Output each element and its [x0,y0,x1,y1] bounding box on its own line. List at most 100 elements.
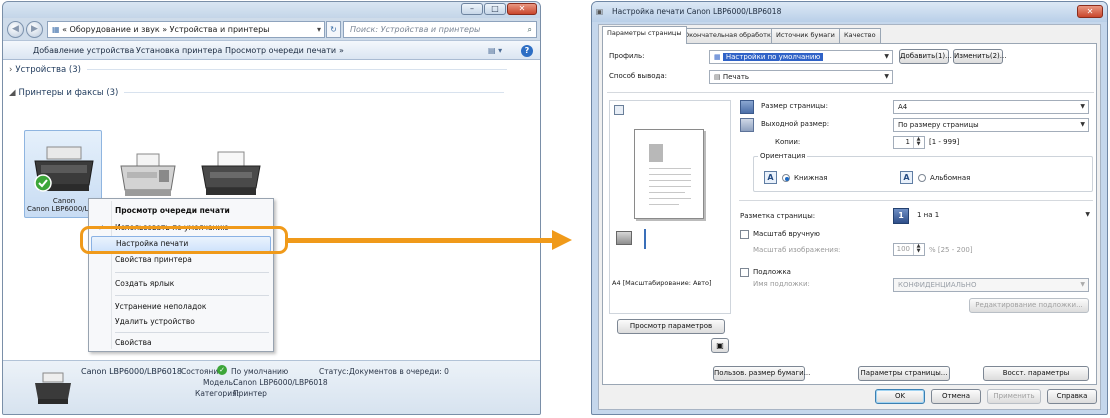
preview-caption: A4 [Масштабирование: Авто] [612,279,712,287]
output-size-select[interactable]: По размеру страницы ▼ [893,118,1089,132]
watermark-label: Подложка [753,268,791,276]
watermark-checkbox[interactable] [740,268,749,277]
tab-paper-source[interactable]: Источник бумаги [771,28,840,43]
default-check-icon [34,174,52,192]
menu-item-troubleshoot[interactable]: Устранение неполадок [91,299,271,315]
menu-item-remove-device[interactable]: Удалить устройство [91,314,271,330]
watermark-name-label: Имя подложки: [753,280,810,288]
page-setup-panel: Профиль: ▦ Настройки по умолчанию ▼ Доба… [602,43,1097,385]
profile-label: Профиль: [609,52,645,60]
menu-separator [115,332,269,333]
close-icon: ✕ [518,4,526,13]
landscape-label: Альбомная [930,174,971,182]
portrait-icon: A [764,171,777,184]
xps-printer-icon[interactable] [198,150,264,198]
highlight-frame [80,226,288,254]
status-label: Статус: [319,367,349,376]
menu-separator [115,272,269,273]
landscape-radio[interactable] [918,174,926,182]
minimize-button[interactable]: – [461,3,483,15]
maximize-icon: □ [491,4,499,13]
close-button[interactable]: ✕ [507,3,537,15]
add-printer-button[interactable]: Установка принтера [136,41,222,60]
menu-item-printer-properties[interactable]: Свойства принтера [91,252,271,268]
cancel-button[interactable]: Отмена [931,389,981,404]
refresh-icon: ↻ [330,25,337,34]
chevron-down-icon: ▼ [884,73,889,80]
view-settings-button[interactable]: Просмотр параметров [617,319,725,334]
orientation-label: Ориентация [758,152,808,160]
profile-select[interactable]: ▦ Настройки по умолчанию ▼ [709,50,893,64]
add-device-button[interactable]: Добавление устройства [33,41,134,60]
manual-scaling-label: Масштаб вручную [753,230,820,238]
collapse-arrow-icon: ◢ [9,88,16,98]
callout-arrow-line [288,238,554,243]
page-options-button[interactable]: Параметры страницы... [858,366,950,381]
output-size-icon [740,118,754,132]
explorer-titlebar: – □ ✕ [3,2,540,18]
add-profile-button[interactable]: Добавить(1)... [899,49,952,64]
edit-watermark-button[interactable]: Редактирование подложки... [969,298,1089,313]
forward-button[interactable]: ▶ [26,21,43,38]
chevron-down-icon: ▼ [1080,103,1085,110]
page-layout-select[interactable]: 1 на 1 ▼ [913,209,1093,223]
maximize-button[interactable]: □ [484,3,506,15]
chevron-down-icon: ▼ [1085,211,1090,218]
dialog-close-button[interactable]: ✕ [1077,5,1103,18]
restore-defaults-button[interactable]: Восст. параметры [983,366,1089,381]
address-bar[interactable]: ▦ « Оборудование и звук » Устройства и п… [47,21,325,38]
chevron-down-icon: ▼ [1080,121,1085,128]
details-device-name: Canon LBP6000/LBP6018 [81,367,183,376]
printer-small-icon: ▣ [596,7,604,16]
custom-paper-size-button[interactable]: Пользов. размер бумаги... [713,366,810,381]
search-icon: ⌕ [527,25,532,34]
back-button[interactable]: ◀ [7,21,24,38]
status-value: Документов в очереди: 0 [349,367,449,376]
dialog-body: Параметры страницы Окончательная обработ… [598,24,1101,410]
model-value: Canon LBP6000/LBP6018 [233,378,328,387]
portrait-radio[interactable] [782,174,790,182]
page-layout-label: Разметка страницы: [740,212,816,220]
fax-icon[interactable] [115,152,181,198]
info-icon[interactable]: ▣ [711,338,729,353]
preview-panel: A4 [Масштабирование: Авто] [609,100,731,314]
watermark-select[interactable]: КОНФИДЕНЦИАЛЬНО ▼ [893,278,1089,292]
page-size-label: Размер страницы: [761,102,828,110]
chevron-down-icon[interactable]: ▾ [317,22,321,37]
search-input[interactable]: Поиск: Устройства и принтеры ⌕ [343,21,537,38]
chevron-down-icon: ▼ [884,53,889,60]
page-preview-thumbnail [634,129,704,219]
view-options-icon[interactable]: ▤ ▾ [488,41,502,60]
scaling-stepper[interactable]: 100 ▲ ▼ [893,243,925,256]
tab-page-setup[interactable]: Параметры страницы [602,26,687,44]
ok-button[interactable]: OK [875,389,925,404]
help-icon[interactable]: ? [521,45,533,57]
apply-button[interactable]: Применить [987,389,1041,404]
spin-arrows-icon[interactable]: ▲ ▼ [913,244,923,255]
tab-quality[interactable]: Качество [839,28,881,43]
manual-scaling-checkbox[interactable] [740,230,749,239]
output-method-label: Способ вывода: [609,72,667,80]
control-panel-icon: ▦ [52,25,60,34]
spin-arrows-icon[interactable]: ▲ ▼ [913,137,923,148]
menu-item-create-shortcut[interactable]: Создать ярлык [91,276,271,292]
refresh-button[interactable]: ↻ [326,21,341,38]
page-size-select[interactable]: A4 ▼ [893,100,1089,114]
address-path: « Оборудование и звук » Устройства и при… [62,25,270,34]
copies-stepper[interactable]: 1 ▲ ▼ [893,136,925,149]
preview-toggle-icon[interactable] [614,105,624,115]
printers-group-header[interactable]: ◢ Принтеры и факсы (3) [9,88,505,98]
output-size-label: Выходной размер: [761,120,830,128]
view-queue-button[interactable]: Просмотр очереди печати [225,41,336,60]
tab-finishing[interactable]: Окончательная обработка [679,28,780,43]
more-commands-button[interactable]: » [339,41,344,60]
edit-profile-button[interactable]: Изменить(2)... [953,49,1006,64]
help-button[interactable]: Справка [1047,389,1097,404]
expand-arrow-icon: › [9,65,13,75]
menu-item-view-queue[interactable]: Просмотр очереди печати [91,203,271,219]
devices-group-header[interactable]: › Устройства (3) [9,65,507,75]
menu-separator [115,295,269,296]
output-method-select[interactable]: ▤ Печать ▼ [709,70,893,84]
menu-item-properties[interactable]: Свойства [91,335,271,351]
model-label: Модель: [203,378,236,387]
